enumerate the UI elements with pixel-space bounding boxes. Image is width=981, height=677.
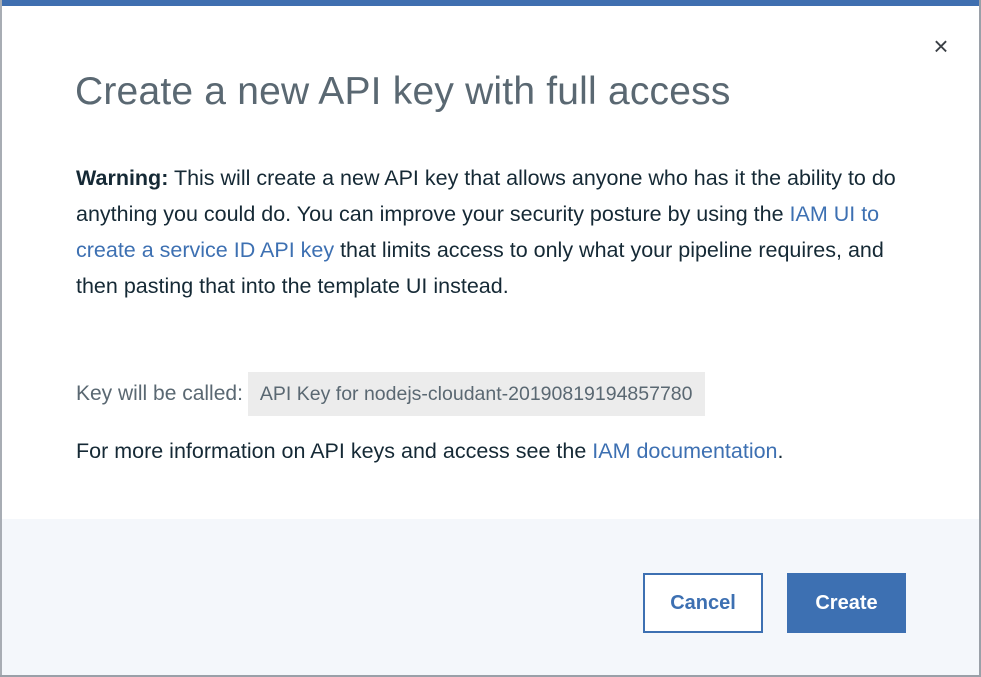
info-paragraph: For more information on API keys and acc… [76,434,784,468]
warning-text-before: This will create a new API key that allo… [76,166,896,226]
modal-footer: Cancel Create [2,519,979,675]
info-text-after: . [777,439,784,463]
cancel-button[interactable]: Cancel [643,573,763,633]
create-button[interactable]: Create [787,573,906,633]
warning-paragraph: Warning: This will create a new API key … [76,160,916,304]
key-name-row: Key will be called: API Key for nodejs-c… [76,372,705,416]
warning-label: Warning: [76,166,169,190]
info-text-before: For more information on API keys and acc… [76,439,593,463]
key-name-label: Key will be called: [76,382,243,405]
iam-documentation-link[interactable]: IAM documentation [592,439,777,463]
key-name-value: API Key for nodejs-cloudant-201908191948… [247,372,705,416]
modal-title: Create a new API key with full access [75,70,731,113]
create-api-key-modal: × Create a new API key with full access … [2,0,979,675]
close-icon[interactable]: × [929,33,953,59]
